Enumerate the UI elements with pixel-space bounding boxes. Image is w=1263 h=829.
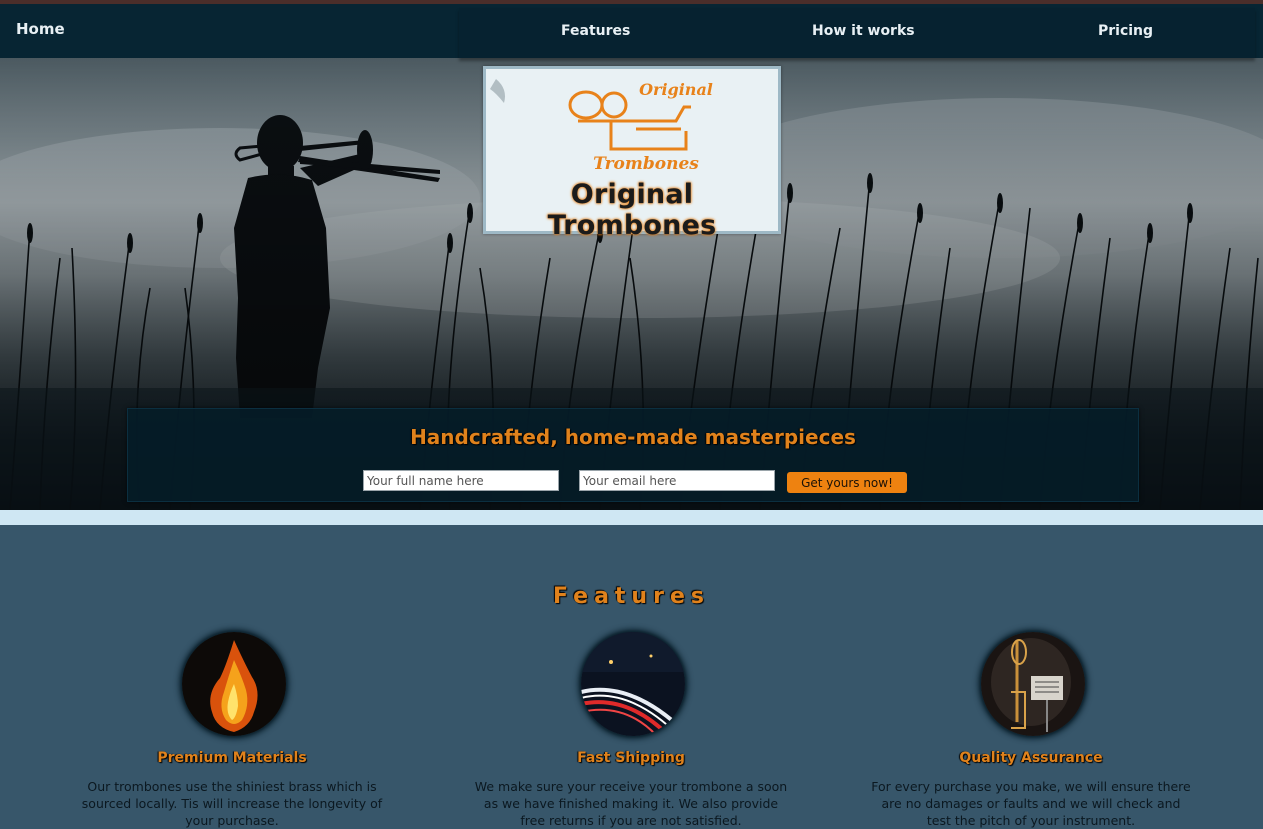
logo-wordmark-line1: Original (639, 80, 713, 99)
feature-title-quality-assurance: Quality Assurance (959, 750, 1103, 766)
nav-pricing-link[interactable]: Pricing (1098, 23, 1153, 39)
feature-text-premium-materials: Our trombones use the shiniest brass whi… (81, 779, 383, 828)
nav-link-group: Features How it works Pricing (459, 8, 1255, 58)
feature-title-fast-shipping: Fast Shipping (577, 750, 685, 766)
email-input[interactable] (579, 470, 775, 491)
brand-logo-card: Original Trombones Original Trombones (483, 66, 781, 241)
top-navbar: Home Features How it works Pricing (0, 4, 1263, 58)
nav-home-link[interactable]: Home (16, 20, 65, 38)
feature-text-quality-assurance: For every purchase you make, we will ens… (871, 779, 1191, 828)
nav-features-link[interactable]: Features (561, 23, 630, 39)
brand-title: Original Trombones (547, 179, 717, 241)
trombone-stand-image (981, 632, 1085, 736)
cta-headline: Handcrafted, home-made masterpieces (410, 425, 856, 449)
feature-text-fast-shipping: We make sure your receive your trombone … (474, 779, 788, 828)
trombone-logo-icon: Original Trombones (490, 79, 713, 174)
logo-wordmark-line2: Trombones (593, 154, 699, 174)
feature-title-premium-materials: Premium Materials (157, 750, 307, 766)
section-divider-strip (0, 510, 1263, 525)
nav-how-it-works-link[interactable]: How it works (812, 23, 915, 39)
highway-lights-image (581, 632, 685, 736)
get-yours-now-button[interactable]: Get yours now! (787, 472, 907, 493)
features-heading: Features (553, 584, 710, 609)
full-name-input[interactable] (363, 470, 559, 491)
fire-image (182, 632, 286, 736)
signup-cta-panel: Handcrafted, home-made masterpieces Get … (127, 408, 1139, 502)
